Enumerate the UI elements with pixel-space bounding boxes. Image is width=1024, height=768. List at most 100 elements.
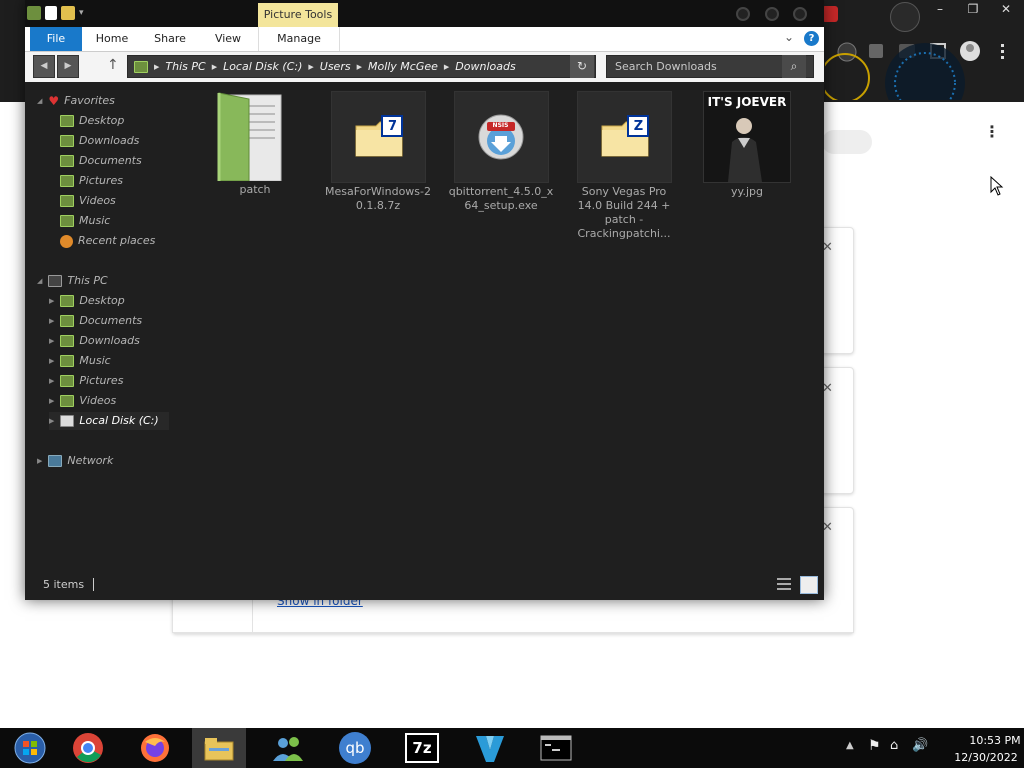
tab-home[interactable]: Home [87, 27, 137, 51]
taskbar-file-explorer[interactable] [192, 728, 246, 768]
nav-fav-documents[interactable]: Documents [60, 152, 142, 170]
tab-share[interactable]: Share [145, 27, 195, 51]
network-icon[interactable]: ⌂ [890, 738, 898, 753]
taskbar-chrome[interactable] [58, 728, 118, 768]
file-item[interactable]: 7 MesaForWindows-20.1.8.7z [323, 88, 433, 213]
taskbar-terminal[interactable] [526, 728, 586, 768]
expand-arrow-icon[interactable]: ◢ [37, 92, 42, 110]
nav-fav-downloads[interactable]: Downloads [60, 132, 139, 150]
minimize-button[interactable] [736, 7, 750, 21]
expand-arrow-icon[interactable]: ▶ [37, 452, 42, 470]
expand-arrow-icon[interactable]: ▶ [49, 352, 54, 370]
pictures-icon [60, 175, 74, 187]
file-item[interactable]: IT'S JOEVER yy.jpg [692, 88, 802, 199]
nav-pc-downloads[interactable]: ▶ Downloads [49, 332, 140, 350]
expand-ribbon-icon[interactable]: ⌄ [784, 30, 794, 44]
file-item[interactable]: Z Sony Vegas Pro 14.0 Build 244 + patch … [569, 88, 679, 241]
nav-pc-pictures[interactable]: ▶ Pictures [49, 372, 123, 390]
nav-this-pc[interactable]: ◢ This PC [37, 272, 108, 290]
navigation-pane: ◢ ♥ Favorites Desktop Downloads Document… [25, 82, 175, 572]
drive-icon [60, 415, 75, 427]
videos-icon [60, 195, 74, 207]
expand-arrow-icon[interactable]: ▶ [49, 392, 54, 410]
minimize-icon[interactable]: – [924, 0, 956, 18]
expand-arrow-icon[interactable]: ▶ [49, 312, 54, 330]
up-arrow-icon[interactable]: ↑ [107, 57, 119, 73]
expand-arrow-icon[interactable]: ▶ [49, 412, 54, 430]
nav-network[interactable]: ▶ Network [37, 452, 113, 470]
nav-fav-music[interactable]: Music [60, 212, 110, 230]
folder-icon[interactable] [27, 6, 41, 20]
taskbar-qbittorrent[interactable]: qb [325, 728, 385, 768]
close-button[interactable] [793, 7, 807, 21]
maximize-button[interactable] [765, 7, 779, 21]
new-tab-icon[interactable] [822, 6, 838, 22]
archive-7z-icon: 7 [330, 91, 426, 183]
taskbar-messenger[interactable] [258, 728, 318, 768]
flag-icon[interactable]: ⚑ [868, 738, 881, 754]
nav-favorites[interactable]: ◢ ♥ Favorites [37, 92, 115, 110]
more-vert-icon[interactable]: ⋮ [984, 122, 1000, 141]
taskbar: qb 7z ▲ ⚑ ⌂ 🔊 [0, 728, 1024, 768]
file-explorer-window: ▾ Picture Tools File Home Share View Man… [25, 0, 824, 600]
archive-zip-icon: Z [576, 91, 672, 183]
nav-label: Pictures [79, 374, 124, 387]
nav-fav-recent[interactable]: Recent places [60, 232, 155, 250]
address-bar[interactable]: ▶ This PC ▶ Local Disk (C:) ▶ Users ▶ Mo… [127, 55, 596, 78]
chrome-menu-icon[interactable] [890, 2, 920, 32]
file-item[interactable]: patch [200, 88, 310, 197]
nav-pc-documents[interactable]: ▶ Documents [49, 312, 142, 330]
taskbar-editor[interactable] [460, 728, 520, 768]
back-button[interactable]: ◀ [33, 55, 55, 78]
search-icon[interactable]: ⌕ [782, 55, 806, 78]
clock-date[interactable]: 12/30/2022 [948, 751, 1024, 764]
help-icon[interactable]: ? [804, 31, 819, 46]
breadcrumb-downloads[interactable]: Downloads [455, 60, 515, 73]
forward-button[interactable]: ▶ [57, 55, 79, 78]
large-icons-view-icon[interactable] [800, 576, 818, 594]
expand-arrow-icon[interactable]: ▶ [49, 332, 54, 350]
qbittorrent-icon: qb [339, 732, 371, 764]
start-button[interactable] [0, 728, 60, 768]
nav-label: Desktop [79, 294, 125, 307]
breadcrumb-this-pc[interactable]: This PC [165, 60, 205, 73]
breadcrumb-users[interactable]: Users [320, 60, 351, 73]
show-hidden-icons[interactable]: ▲ [846, 740, 854, 751]
messenger-icon [273, 737, 303, 761]
new-folder-icon[interactable] [61, 6, 75, 20]
nav-label: Downloads [79, 134, 140, 147]
nav-local-disk-c[interactable]: ▶ Local Disk (C:) [49, 412, 169, 430]
breadcrumb-local-disk[interactable]: Local Disk (C:) [223, 60, 302, 73]
ribbon-tabs: File Home Share View Manage ⌄ ? [25, 27, 824, 52]
expand-arrow-icon[interactable]: ◢ [37, 272, 42, 290]
details-view-icon[interactable] [776, 576, 792, 592]
tab-view[interactable]: View [203, 27, 253, 51]
sevenzip-icon: 7z [405, 733, 439, 763]
nav-fav-desktop[interactable]: Desktop [60, 112, 124, 130]
properties-icon[interactable] [45, 6, 57, 20]
expand-arrow-icon[interactable]: ▶ [49, 372, 54, 390]
breadcrumb-user[interactable]: Molly McGee [368, 60, 438, 73]
chevron-down-icon[interactable]: ▾ [79, 8, 84, 18]
nav-pc-desktop[interactable]: ▶ Desktop [49, 292, 125, 310]
taskbar-firefox[interactable] [125, 728, 185, 768]
downloads-icon [60, 135, 74, 147]
expand-arrow-icon[interactable]: ▶ [49, 292, 54, 310]
taskbar-7zip[interactable]: 7z [392, 728, 452, 768]
tab-file[interactable]: File [30, 27, 82, 51]
clock-time[interactable]: 10:53 PM [965, 734, 1024, 747]
nav-fav-videos[interactable]: Videos [60, 192, 116, 210]
volume-icon[interactable]: 🔊 [912, 738, 928, 753]
nav-pc-videos[interactable]: ▶ Videos [49, 392, 116, 410]
close-icon[interactable]: ✕ [990, 0, 1022, 18]
nav-label: Music [79, 354, 111, 367]
nav-network-label: Network [67, 454, 114, 467]
restore-icon[interactable]: ❐ [957, 0, 989, 18]
search-pill[interactable] [822, 130, 872, 154]
nav-fav-pictures[interactable]: Pictures [60, 172, 123, 190]
refresh-icon[interactable]: ↻ [570, 55, 594, 78]
nav-pc-music[interactable]: ▶ Music [49, 352, 111, 370]
file-item[interactable]: NSIS qbittorrent_4.5.0_x64_setup.exe [446, 88, 556, 213]
badge-nsis: NSIS [492, 122, 509, 129]
tab-manage[interactable]: Manage [258, 27, 340, 51]
